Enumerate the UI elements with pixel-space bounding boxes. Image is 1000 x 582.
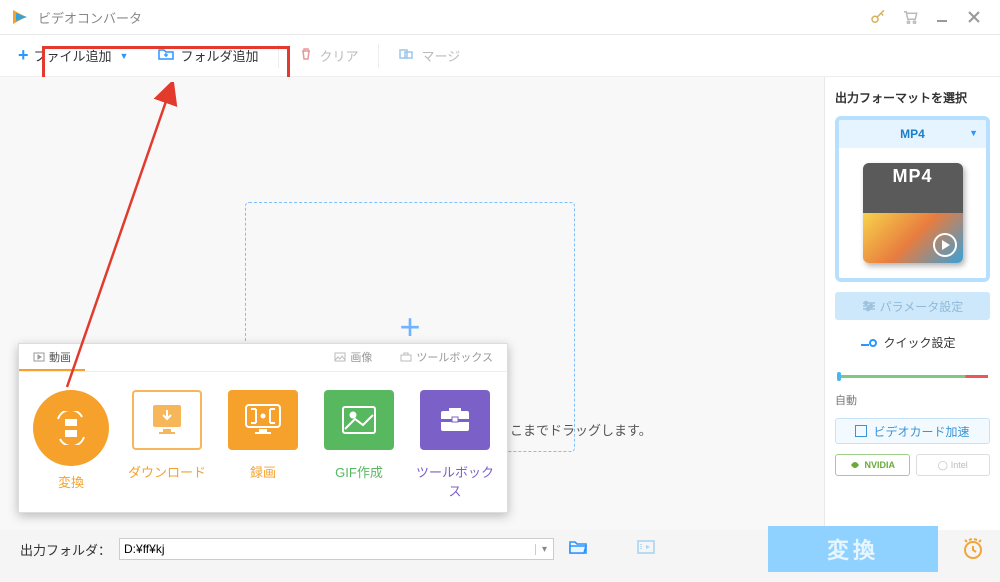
gpu-accel-button[interactable]: ビデオカード加速 xyxy=(835,418,990,444)
gif-icon xyxy=(324,390,394,450)
drop-hint-text: こまでドラッグします。 xyxy=(510,420,652,439)
output-folder-field[interactable]: ▾ xyxy=(119,538,554,560)
add-large-icon[interactable]: + xyxy=(399,306,420,348)
mode-popup: 動画 画像 ツールボックス 変換 ダウンロード 録画 GIF作成 xyxy=(18,343,508,513)
folder-plus-icon xyxy=(158,47,174,64)
tab-video[interactable]: 動画 xyxy=(19,344,85,371)
record-icon xyxy=(228,390,298,450)
format-picker[interactable]: MP4 ▼ MP4 xyxy=(835,116,990,282)
right-panel: 出力フォーマットを選択 MP4 ▼ MP4 パラメータ設定 クイック設定 自動 xyxy=(824,77,1000,530)
mode-record[interactable]: 録画 xyxy=(219,390,307,500)
quick-settings-label: クイック設定 xyxy=(835,334,990,351)
param-settings-button[interactable]: パラメータ設定 xyxy=(835,292,990,320)
toolbar: + ファイル追加 ▼ フォルダ追加 クリア マージ xyxy=(0,35,1000,77)
convert-button[interactable]: 変換 xyxy=(768,526,938,572)
minimize-icon[interactable] xyxy=(926,1,958,33)
download-icon xyxy=(132,390,202,450)
gpu-nvidia-button[interactable]: NVIDIA xyxy=(835,454,910,476)
gpu-intel-button[interactable]: ◯Intel xyxy=(916,454,991,476)
bottom-bar: 出力フォルダ： ▾ 変換 xyxy=(20,530,1000,568)
list-icon[interactable] xyxy=(630,539,662,560)
trash-icon xyxy=(299,47,313,64)
schedule-icon[interactable] xyxy=(946,537,1000,561)
quality-slider[interactable] xyxy=(837,375,988,378)
close-icon[interactable] xyxy=(958,1,990,33)
output-folder-label: 出力フォルダ： xyxy=(20,540,111,559)
tab-image[interactable]: 画像 xyxy=(320,344,386,371)
merge-icon xyxy=(399,47,415,64)
chevron-down-icon: ▼ xyxy=(969,128,978,138)
titlebar: ビデオコンバータ xyxy=(0,0,1000,35)
cart-icon[interactable] xyxy=(894,1,926,33)
gpu-vendor-row: NVIDIA ◯Intel xyxy=(835,454,990,476)
chevron-down-icon[interactable]: ▼ xyxy=(120,51,129,61)
popup-tabs: 動画 画像 ツールボックス xyxy=(19,344,507,372)
toolbox-icon xyxy=(420,390,490,450)
play-icon xyxy=(933,233,957,257)
chip-icon xyxy=(855,425,867,437)
clear-button[interactable]: クリア xyxy=(291,46,366,65)
merge-button[interactable]: マージ xyxy=(391,46,468,65)
auto-label: 自動 xyxy=(835,392,990,408)
format-heading: 出力フォーマットを選択 xyxy=(835,89,990,106)
tab-toolbox[interactable]: ツールボックス xyxy=(386,344,507,371)
mode-toolbox[interactable]: ツールボックス xyxy=(411,390,499,500)
mode-gif[interactable]: GIF作成 xyxy=(315,390,403,500)
add-folder-button[interactable]: フォルダ追加 xyxy=(150,46,266,65)
app-title: ビデオコンバータ xyxy=(38,8,142,27)
mode-download[interactable]: ダウンロード xyxy=(123,390,211,500)
plus-icon: + xyxy=(18,45,29,66)
key-icon[interactable] xyxy=(862,1,894,33)
format-selected[interactable]: MP4 ▼ xyxy=(839,120,986,148)
mode-convert[interactable]: 変換 xyxy=(27,390,115,500)
format-thumbnail: MP4 xyxy=(839,148,986,278)
app-logo xyxy=(10,7,30,27)
add-file-button[interactable]: + ファイル追加 ▼ xyxy=(10,45,136,66)
quick-icon xyxy=(869,339,877,347)
output-folder-dropdown[interactable]: ▾ xyxy=(535,544,553,555)
open-folder-icon[interactable] xyxy=(562,539,594,560)
output-folder-input[interactable] xyxy=(120,542,535,556)
